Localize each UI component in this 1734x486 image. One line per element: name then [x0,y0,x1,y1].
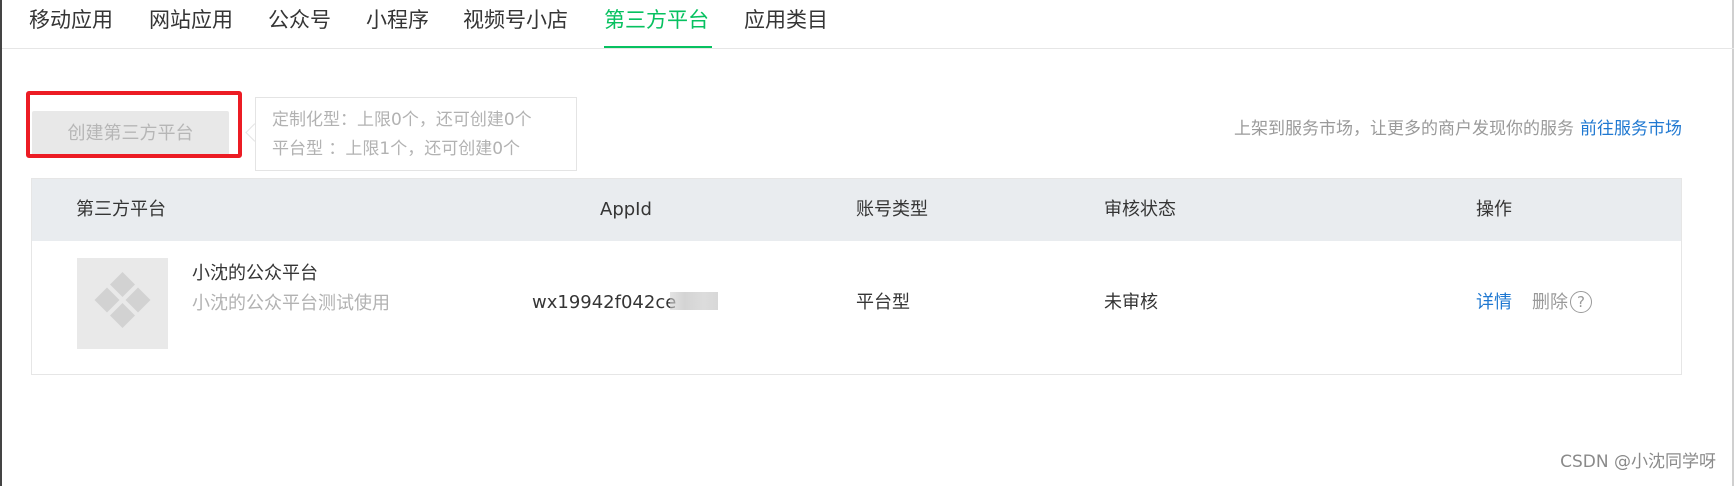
actions-cell: 详情 删除? [1476,288,1592,318]
placeholder-svg [94,272,151,328]
table-row: 小沈的公众平台 小沈的公众平台测试使用 wx19942f042ce 平台型 未审… [32,241,1681,375]
page: 移动应用 网站应用 公众号 小程序 视频号小店 第三方平台 应用类目 创建第三方… [0,0,1734,486]
quota-tooltip: 定制化型：上限0个，还可创建0个 平台型 ：上限1个，还可创建0个 [255,97,577,171]
platform-name: 小沈的公众平台 [192,263,318,284]
review-status-cell: 未审核 [1104,292,1158,313]
tab-bar: 移动应用 网站应用 公众号 小程序 视频号小店 第三方平台 应用类目 [2,0,1734,49]
tab-website-app[interactable]: 网站应用 [149,4,233,36]
table-header: 第三方平台 AppId 账号类型 审核状态 操作 [32,179,1681,241]
question-circle-icon[interactable]: ? [1570,291,1592,313]
tab-third-party-platform[interactable]: 第三方平台 [604,4,709,36]
platform-table: 第三方平台 AppId 账号类型 审核状态 操作 小沈的公众平台 小沈的公众平台… [31,178,1682,375]
appid-redaction [670,292,719,310]
csdn-watermark: CSDN @小沈同学呀 [1560,452,1716,472]
column-header-account-type: 账号类型 [856,199,928,220]
appid-cell: wx19942f042ce [532,288,719,318]
appid-value: wx19942f042ce [532,292,677,313]
column-header-review-status: 审核状态 [1104,199,1176,220]
quota-custom-line: 定制化型：上限0个，还可创建0个 [272,110,532,130]
service-market-hint: 上架到服务市场，让更多的商户发现你的服务 前往服务市场 [1234,116,1682,142]
quota-platform-line: 平台型 ：上限1个，还可创建0个 [272,139,521,159]
active-tab-indicator [604,46,712,48]
tab-official-account[interactable]: 公众号 [268,4,331,36]
account-type-cell: 平台型 [856,292,910,313]
tab-mobile-app[interactable]: 移动应用 [29,4,113,36]
go-to-service-market-link[interactable]: 前往服务市场 [1580,119,1682,139]
service-market-text: 上架到服务市场，让更多的商户发现你的服务 [1234,119,1574,139]
detail-link[interactable]: 详情 [1476,292,1512,313]
tab-app-category[interactable]: 应用类目 [744,4,828,36]
column-header-actions: 操作 [1476,199,1512,220]
diamond-grid-placeholder-icon [77,258,168,349]
column-header-appid: AppId [600,199,652,220]
tab-mini-program[interactable]: 小程序 [366,4,429,36]
red-highlight-box [26,91,242,158]
platform-description: 小沈的公众平台测试使用 [192,293,390,314]
tab-channels-shop[interactable]: 视频号小店 [463,4,568,36]
column-header-platform: 第三方平台 [76,199,166,220]
delete-button[interactable]: 删除 [1532,292,1568,313]
